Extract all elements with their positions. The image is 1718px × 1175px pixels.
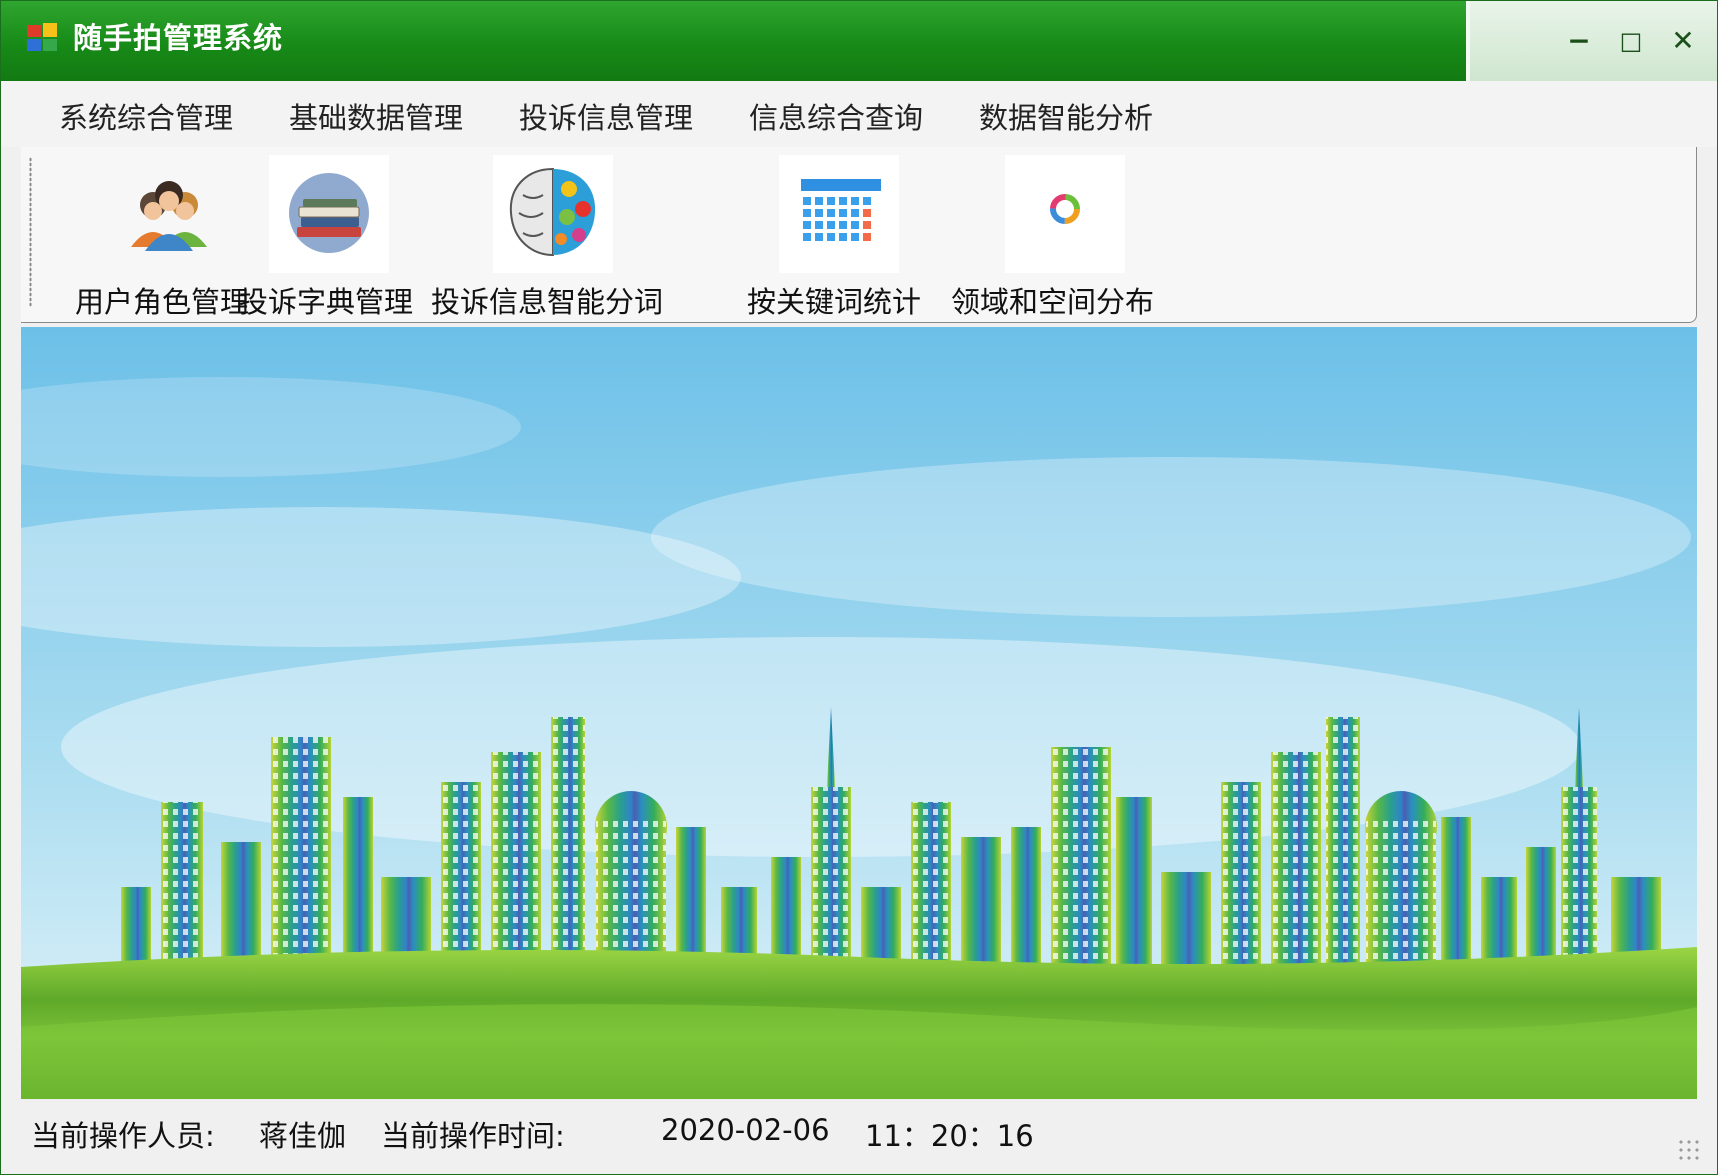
operator-label: 当前操作人员:	[31, 1119, 215, 1153]
toolbar: 用户角色管理 投诉字典管理 投诉信息智能分词 按关键词统计 领域和空间分布	[21, 147, 1697, 323]
title-bar[interactable]: 随手拍管理系统 − □ ✕	[1, 1, 1717, 81]
close-button[interactable]: ✕	[1663, 23, 1703, 59]
tool-label: 投诉字典管理	[239, 285, 414, 319]
main-window: 随手拍管理系统 − □ ✕ 系统综合管理 基础数据管理 投诉信息管理 信息综合查…	[0, 0, 1718, 1175]
ring-chart-icon	[1005, 155, 1125, 273]
calendar-icon	[779, 155, 899, 273]
toolbar-grip[interactable]	[29, 157, 32, 307]
status-bar: 当前操作人员: 蒋佳伽 当前操作时间: 2020-02-06 11：20：16	[1, 1101, 1717, 1174]
time-value: 11：20：16	[865, 1119, 1034, 1153]
resize-grip-icon[interactable]	[1677, 1138, 1703, 1164]
tool-label: 领域和空间分布	[951, 285, 1155, 319]
brain-icon	[493, 155, 613, 273]
background-city-image	[21, 327, 1697, 1099]
tool-domain-spatial-distribution[interactable]: 领域和空间分布	[951, 155, 1161, 319]
menu-system-management[interactable]: 系统综合管理	[59, 95, 233, 137]
menu-base-data-management[interactable]: 基础数据管理	[289, 95, 463, 137]
minimize-button[interactable]: −	[1559, 23, 1599, 59]
tool-complaint-segmentation[interactable]: 投诉信息智能分词	[431, 155, 681, 319]
menu-complaint-management[interactable]: 投诉信息管理	[519, 95, 693, 137]
books-icon	[269, 155, 389, 273]
tool-label: 投诉信息智能分词	[431, 285, 664, 319]
users-group-icon	[109, 155, 229, 273]
menu-data-analysis[interactable]: 数据智能分析	[979, 95, 1153, 137]
operator-value: 蒋佳伽	[259, 1119, 347, 1153]
window-title: 随手拍管理系统	[73, 21, 284, 55]
menu-bar: 系统综合管理 基础数据管理 投诉信息管理 信息综合查询 数据智能分析	[1, 81, 1717, 147]
tool-user-role-management[interactable]: 用户角色管理	[51, 155, 249, 319]
tool-label: 用户角色管理	[75, 285, 250, 319]
time-label: 当前操作时间:	[381, 1119, 565, 1153]
tool-keyword-statistics[interactable]: 按关键词统计	[689, 155, 921, 319]
tool-label: 按关键词统计	[747, 285, 922, 319]
tool-complaint-dictionary[interactable]: 投诉字典管理	[239, 155, 419, 319]
date-value: 2020-02-06	[661, 1113, 830, 1147]
maximize-button[interactable]: □	[1611, 23, 1651, 59]
app-logo-icon	[27, 23, 57, 51]
menu-info-query[interactable]: 信息综合查询	[749, 95, 923, 137]
